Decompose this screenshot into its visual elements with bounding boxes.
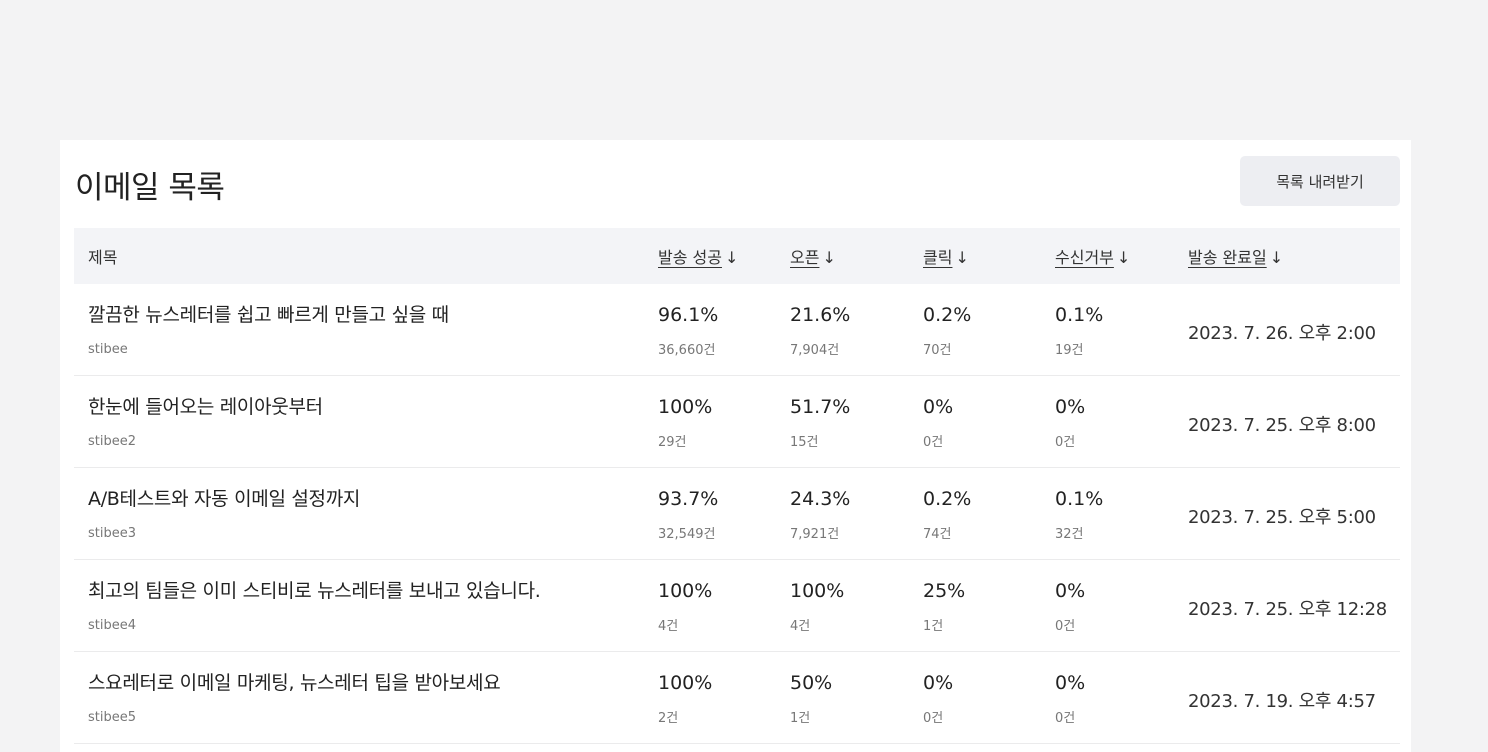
- click-rate: 25%: [923, 580, 966, 602]
- header-date-label: 발송 완료일: [1188, 248, 1267, 267]
- email-table: 제목 발송 성공 ↓ 오픈 ↓ 클릭 ↓ 수신거부 ↓ 발송 완료일 ↓ 깔끔한 뉴스레터…: [74, 228, 1400, 744]
- table-row[interactable]: 스요레터로 이메일 마케팅, 뉴스레터 팁을 받아보세요 stibee5 100…: [74, 652, 1400, 744]
- click-count: 74건: [923, 527, 952, 542]
- sort-down-arrow-icon: ↓: [1269, 248, 1284, 267]
- sent-date: 2023. 7. 25. 오후 5:00: [1188, 507, 1376, 528]
- sort-down-arrow-icon: ↓: [1116, 248, 1131, 267]
- header-title: 제목: [88, 248, 118, 267]
- email-sender: stibee: [88, 342, 128, 357]
- email-subject[interactable]: A/B테스트와 자동 이메일 설정까지: [88, 484, 360, 511]
- sent-date: 2023. 7. 25. 오후 12:28: [1188, 599, 1387, 620]
- sent-count: 36,660건: [658, 343, 716, 358]
- sort-down-arrow-icon: ↓: [822, 248, 836, 267]
- email-sender: stibee4: [88, 618, 137, 633]
- click-rate: 0.2%: [923, 488, 972, 510]
- sent-rate: 100%: [658, 396, 713, 418]
- sort-down-arrow-icon: ↓: [724, 248, 739, 267]
- download-list-button[interactable]: 목록 내려받기: [1240, 156, 1400, 206]
- unsub-rate: 0%: [1055, 580, 1086, 602]
- unsub-count: 32건: [1055, 527, 1084, 542]
- sent-count: 29건: [658, 435, 687, 450]
- open-count: 4건: [790, 619, 811, 634]
- page-title: 이메일 목록: [75, 170, 225, 206]
- sent-count: 32,549건: [658, 527, 716, 542]
- open-rate: 100%: [790, 580, 845, 602]
- sent-rate: 100%: [658, 580, 713, 602]
- email-sender: stibee5: [88, 710, 137, 725]
- unsub-rate: 0.1%: [1055, 488, 1104, 510]
- header-open-label: 오픈: [790, 248, 820, 267]
- header-click-label: 클릭: [923, 248, 953, 267]
- table-row[interactable]: 깔끔한 뉴스레터를 쉽고 빠르게 만들고 싶을 때 stibee 96.1% 3…: [74, 284, 1400, 376]
- email-subject[interactable]: 최고의 팀들은 이미 스티비로 뉴스레터를 보내고 있습니다.: [88, 576, 541, 603]
- open-rate: 50%: [790, 672, 833, 694]
- open-count: 7,904건: [790, 343, 840, 358]
- sent-date: 2023. 7. 26. 오후 2:00: [1188, 323, 1376, 344]
- open-count: 15건: [790, 435, 819, 450]
- sent-count: 2건: [658, 711, 679, 726]
- open-rate: 21.6%: [790, 304, 851, 326]
- header-date-sort[interactable]: 발송 완료일 ↓: [1188, 244, 1283, 268]
- unsub-count: 19건: [1055, 343, 1084, 358]
- email-sender: stibee3: [88, 526, 137, 541]
- header-sent-label: 발송 성공: [658, 248, 722, 267]
- sent-rate: 96.1%: [658, 304, 719, 326]
- click-count: 1건: [923, 619, 944, 634]
- unsub-count: 0건: [1055, 711, 1076, 726]
- unsub-rate: 0%: [1055, 672, 1086, 694]
- table-row[interactable]: 한눈에 들어오는 레이아웃부터 stibee2 100% 29건 51.7% 1…: [74, 376, 1400, 468]
- click-count: 0건: [923, 711, 944, 726]
- table-row[interactable]: A/B테스트와 자동 이메일 설정까지 stibee3 93.7% 32,549…: [74, 468, 1400, 560]
- sent-date: 2023. 7. 25. 오후 8:00: [1188, 415, 1376, 436]
- sent-date: 2023. 7. 19. 오후 4:57: [1188, 691, 1376, 712]
- click-rate: 0%: [923, 672, 954, 694]
- sort-down-arrow-icon: ↓: [955, 248, 969, 267]
- email-list-panel: 이메일 목록 목록 내려받기 제목 발송 성공 ↓ 오픈 ↓ 클릭 ↓ 수신거부 ↓ 발…: [60, 140, 1411, 752]
- click-rate: 0%: [923, 396, 954, 418]
- open-count: 7,921건: [790, 527, 840, 542]
- table-row[interactable]: 최고의 팀들은 이미 스티비로 뉴스레터를 보내고 있습니다. stibee4 …: [74, 560, 1400, 652]
- open-rate: 51.7%: [790, 396, 851, 418]
- sent-rate: 93.7%: [658, 488, 719, 510]
- sent-count: 4건: [658, 619, 679, 634]
- header-click-sort[interactable]: 클릭 ↓: [923, 244, 969, 268]
- table-header: 제목 발송 성공 ↓ 오픈 ↓ 클릭 ↓ 수신거부 ↓ 발송 완료일 ↓: [74, 228, 1400, 284]
- email-subject[interactable]: 스요레터로 이메일 마케팅, 뉴스레터 팁을 받아보세요: [88, 668, 501, 695]
- unsub-count: 0건: [1055, 619, 1076, 634]
- header-unsub-label: 수신거부: [1055, 248, 1114, 267]
- unsub-count: 0건: [1055, 435, 1076, 450]
- click-rate: 0.2%: [923, 304, 972, 326]
- header-sent-sort[interactable]: 발송 성공 ↓: [658, 244, 738, 268]
- open-count: 1건: [790, 711, 811, 726]
- sent-rate: 100%: [658, 672, 713, 694]
- unsub-rate: 0.1%: [1055, 304, 1104, 326]
- email-sender: stibee2: [88, 434, 137, 449]
- open-rate: 24.3%: [790, 488, 851, 510]
- header-unsub-sort[interactable]: 수신거부 ↓: [1055, 244, 1130, 268]
- click-count: 70건: [923, 343, 952, 358]
- email-subject[interactable]: 깔끔한 뉴스레터를 쉽고 빠르게 만들고 싶을 때: [88, 300, 449, 327]
- unsub-rate: 0%: [1055, 396, 1086, 418]
- email-subject[interactable]: 한눈에 들어오는 레이아웃부터: [88, 392, 323, 419]
- click-count: 0건: [923, 435, 944, 450]
- header-open-sort[interactable]: 오픈 ↓: [790, 244, 836, 268]
